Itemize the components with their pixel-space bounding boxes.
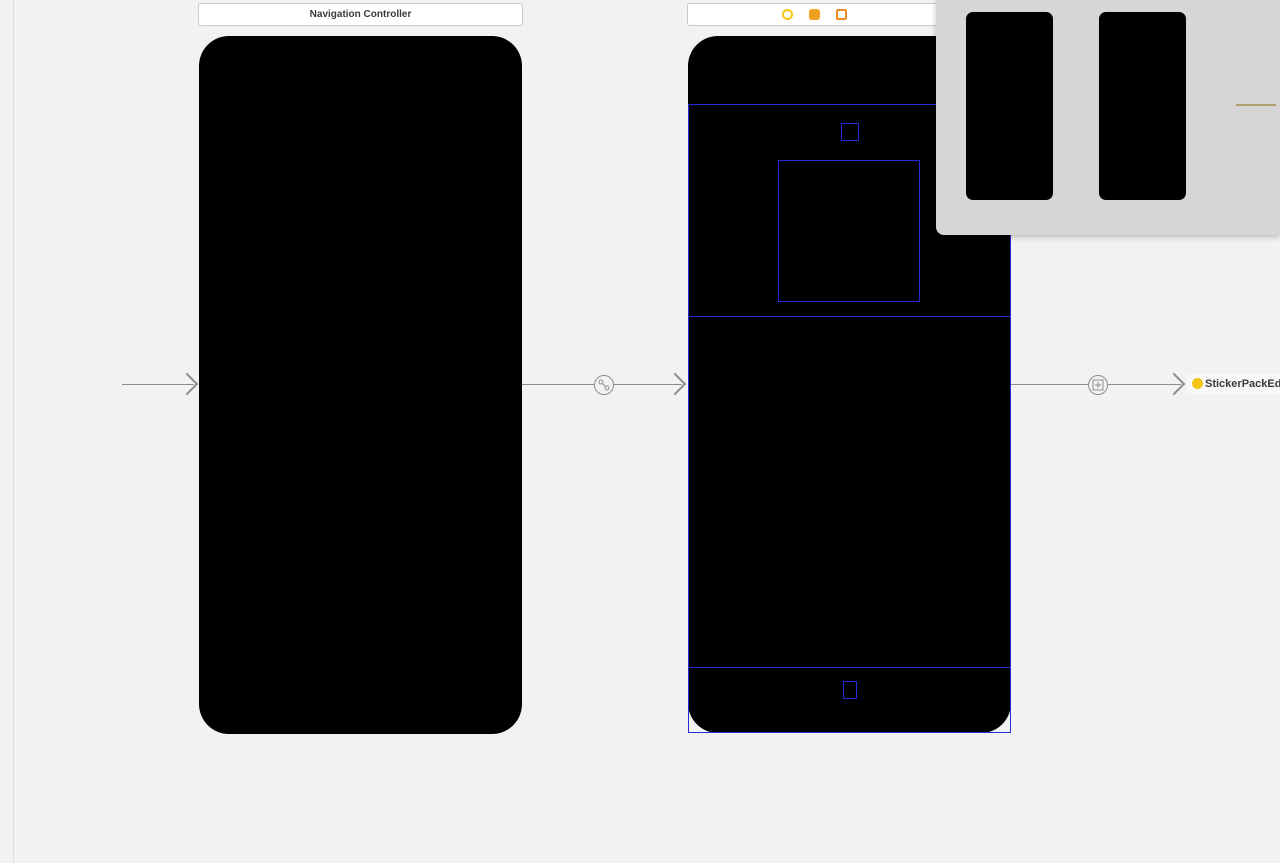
bottom-small-view[interactable] bbox=[843, 681, 857, 699]
storyboard-reference-label: StickerPackEdit bbox=[1205, 378, 1280, 390]
footer-divider bbox=[688, 667, 1011, 668]
overview-navigation-controller[interactable] bbox=[966, 12, 1053, 200]
canvas-edge bbox=[13, 0, 14, 863]
show-segue-icon[interactable] bbox=[1088, 375, 1108, 395]
canvas-overview-panel[interactable] bbox=[936, 0, 1280, 235]
root-relationship-arrowhead[interactable] bbox=[663, 372, 687, 396]
first-responder-icon[interactable] bbox=[809, 9, 820, 20]
top-small-view[interactable] bbox=[841, 123, 859, 141]
navigation-controller-scene[interactable] bbox=[199, 36, 522, 734]
scene-title-label: Navigation Controller bbox=[309, 9, 412, 20]
image-view[interactable] bbox=[778, 160, 920, 302]
storyboard-reference[interactable]: StickerPackEdit bbox=[1187, 374, 1280, 394]
navigation-controller-title-bar[interactable]: Navigation Controller bbox=[198, 3, 523, 26]
view-controller-icon[interactable] bbox=[782, 9, 793, 20]
storyboard-reference-icon bbox=[1192, 378, 1203, 389]
view-controller-dock[interactable] bbox=[687, 3, 942, 26]
storyboard-canvas[interactable]: Navigation Controller StickerPackEdit bbox=[0, 0, 1280, 863]
relationship-segue-icon[interactable] bbox=[594, 375, 614, 395]
entry-point-arrowhead[interactable] bbox=[175, 372, 199, 396]
header-divider bbox=[688, 316, 1011, 317]
show-segue-arrowhead[interactable] bbox=[1162, 372, 1186, 396]
exit-icon[interactable] bbox=[836, 9, 847, 20]
overview-view-controller[interactable] bbox=[1099, 12, 1186, 200]
overview-storyboard-reference bbox=[1236, 104, 1276, 106]
